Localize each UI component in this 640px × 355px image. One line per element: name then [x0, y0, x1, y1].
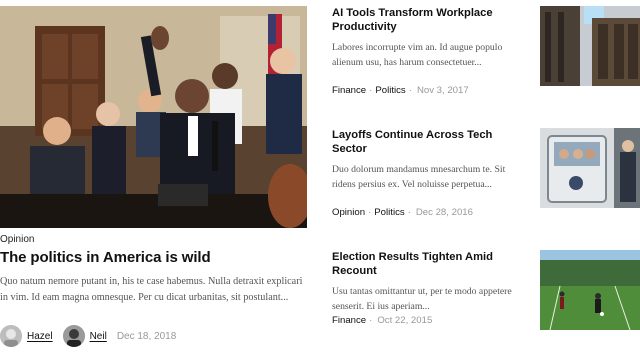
- date-separator: ·: [408, 85, 412, 96]
- tag-link[interactable]: Finance: [332, 315, 366, 326]
- tag-link[interactable]: Politics: [374, 207, 404, 218]
- article-title[interactable]: Layoffs Continue Across Tech Sector: [332, 128, 530, 156]
- article-meta: Finance · Politics · Nov 3, 2017: [332, 85, 469, 96]
- thumbnail-image: [540, 6, 640, 86]
- article-item[interactable]: Election Results Tighten Amid Recount Us…: [332, 250, 640, 330]
- article-meta: Opinion · Politics · Dec 28, 2016: [332, 207, 473, 218]
- article-title[interactable]: AI Tools Transform Workplace Productivit…: [332, 6, 530, 34]
- avatar: [62, 325, 85, 347]
- article-item[interactable]: AI Tools Transform Workplace Productivit…: [332, 6, 640, 98]
- article-meta: Finance · Oct 22, 2015: [332, 315, 432, 326]
- article-excerpt: Usu tantas omittantur ut, per te modo ap…: [332, 286, 512, 312]
- featured-article[interactable]: Opinion The politics in America is wild …: [0, 0, 308, 355]
- thumbnail-image: [540, 250, 640, 330]
- featured-excerpt: Quo natum nemore putant in, his te case …: [0, 276, 303, 303]
- author-hazel[interactable]: Hazel: [0, 325, 63, 347]
- article-item[interactable]: Layoffs Continue Across Tech Sector Duo …: [332, 128, 640, 220]
- article-date: Dec 28, 2016: [415, 207, 473, 218]
- author-name[interactable]: Hazel: [27, 331, 53, 342]
- author-name[interactable]: Neil: [90, 331, 107, 342]
- featured-photo[interactable]: [0, 6, 307, 228]
- article-date: Oct 22, 2015: [377, 315, 433, 326]
- featured-photo-image: [0, 6, 307, 228]
- article-thumbnail[interactable]: [540, 128, 640, 208]
- article-thumbnail[interactable]: [540, 250, 640, 330]
- featured-byline: Hazel Neil Dec 18, 2018: [0, 324, 176, 348]
- featured-category[interactable]: Opinion: [0, 234, 34, 245]
- article-date: Nov 3, 2017: [416, 85, 469, 96]
- featured-title[interactable]: The politics in America is wild: [0, 249, 211, 266]
- tag-separator: ·: [368, 207, 372, 218]
- article-title[interactable]: Election Results Tighten Amid Recount: [332, 250, 530, 278]
- thumbnail-image: [540, 128, 640, 208]
- article-excerpt: Duo dolorum mandamus mnesarchum te. Sit …: [332, 164, 506, 190]
- article-thumbnail[interactable]: [540, 6, 640, 86]
- article-excerpt: Labores incorrupte vim an. Id augue popu…: [332, 42, 503, 68]
- date-separator: ·: [407, 207, 411, 218]
- tag-link[interactable]: Politics: [375, 85, 405, 96]
- featured-date: Dec 18, 2018: [116, 330, 177, 342]
- avatar: [0, 325, 22, 347]
- tag-separator: ·: [369, 85, 373, 96]
- tag-link[interactable]: Finance: [332, 85, 366, 96]
- author-neil[interactable]: Neil: [62, 325, 117, 347]
- tag-link[interactable]: Opinion: [332, 207, 365, 218]
- date-separator: ·: [369, 315, 373, 326]
